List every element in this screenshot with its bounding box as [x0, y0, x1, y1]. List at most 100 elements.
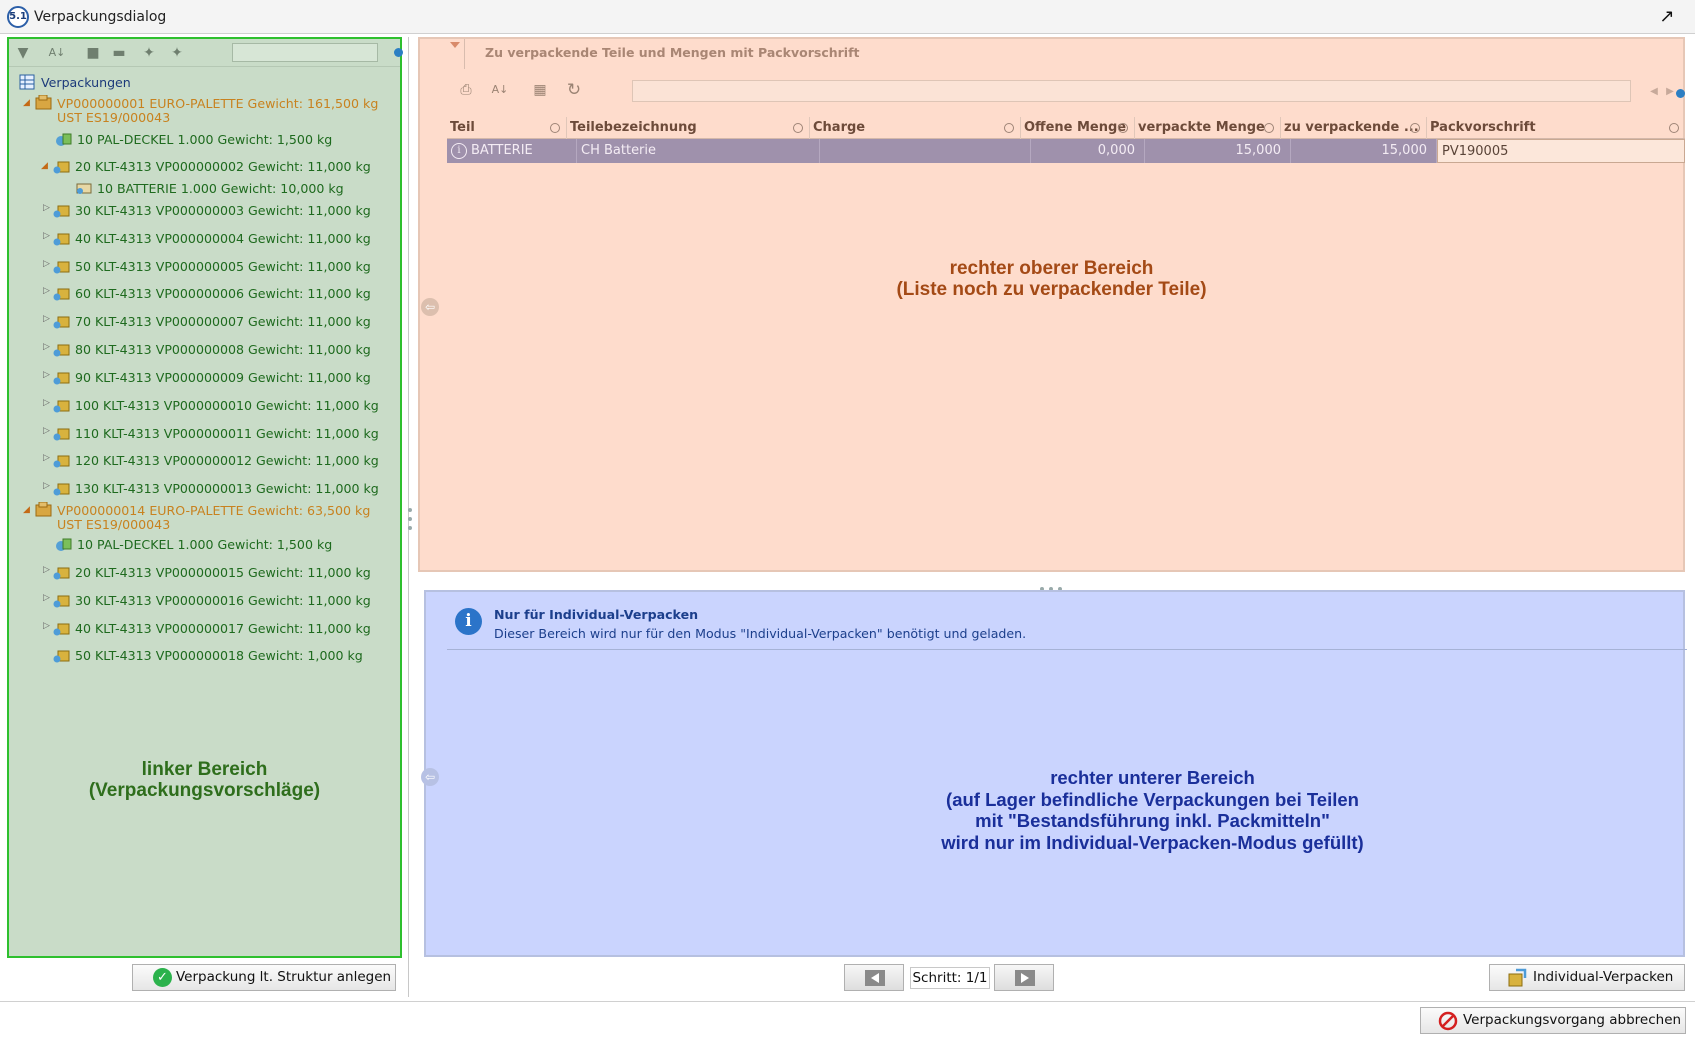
info-text: Dieser Bereich wird nur für den Modus "I… — [494, 626, 1027, 641]
individual-packing-button[interactable]: Individual-Verpacken — [1489, 964, 1685, 991]
print-icon[interactable]: ⎙ — [456, 81, 476, 99]
cell-charge[interactable] — [820, 139, 1031, 163]
filter-icon[interactable]: ▼ — [13, 44, 33, 62]
lid-icon — [56, 538, 72, 551]
box-icon — [53, 261, 70, 274]
collapsed-arrow-icon[interactable]: ▷ — [43, 565, 50, 575]
title-bar: 5.1 Verpackungsdialog ↗ — [0, 0, 1695, 34]
column-header-charge[interactable]: Charge — [810, 117, 1021, 139]
truck-icon[interactable]: ▬ — [109, 44, 129, 62]
collapsed-arrow-icon[interactable]: ▷ — [43, 286, 50, 296]
cell-teil[interactable]: i BATTERIE — [447, 139, 577, 163]
parts-search-input[interactable] — [632, 80, 1631, 102]
window-title: Verpackungsdialog — [34, 9, 167, 25]
collapsed-arrow-icon[interactable]: ▷ — [43, 259, 50, 269]
box-icon — [53, 233, 70, 246]
box-icon — [53, 455, 70, 468]
box-icon — [53, 316, 70, 329]
right-bottom-caption-line: wird nur im Individual-Verpacken-Modus g… — [941, 831, 1364, 853]
collapse-arrow-icon[interactable] — [450, 42, 462, 50]
splitter-grip[interactable] — [408, 526, 412, 530]
right-bottom-caption: rechter unterer Bereich (auf Lager befin… — [426, 767, 1687, 853]
splitter-grip[interactable] — [408, 517, 412, 521]
column-header-zu-verpackende[interactable]: zu verpackende ... — [1281, 117, 1427, 139]
info-icon[interactable]: i — [451, 143, 467, 159]
collapsed-arrow-icon[interactable]: ▷ — [43, 453, 50, 463]
refresh-icon[interactable]: ↻ — [564, 81, 584, 99]
expanded-arrow-icon[interactable]: ◢ — [41, 161, 48, 171]
box-icon — [53, 623, 70, 636]
pin-all-icon[interactable]: ✦ — [167, 44, 187, 62]
parts-to-pack-panel: Zu verpackende Teile und Mengen mit Pack… — [418, 37, 1685, 572]
parts-panel-header: Zu verpackende Teile und Mengen mit Pack… — [485, 45, 860, 60]
package-icon[interactable]: ■ — [83, 44, 103, 62]
pallet-icon — [35, 502, 52, 517]
sort-icon[interactable]: A↓ — [47, 44, 67, 62]
cell-verpackte-menge[interactable]: 15,000 — [1145, 139, 1291, 163]
cell-zu-verpackende[interactable]: 15,000 — [1291, 139, 1437, 163]
collapsed-arrow-icon[interactable]: ▷ — [43, 203, 50, 213]
collapsed-arrow-icon[interactable]: ▷ — [43, 398, 50, 408]
sort-indicator-icon[interactable] — [1410, 123, 1420, 133]
stock-packaging-panel: i Nur für Individual-Verpacken Dieser Be… — [424, 590, 1687, 957]
maximize-icon[interactable]: ↗ — [1657, 7, 1677, 27]
expanded-arrow-icon[interactable]: ◢ — [23, 505, 30, 515]
left-panel: ▼ A↓ ■ ▬ ✦ ✦ Verpackungen ◢ VP000000001 … — [7, 37, 403, 958]
header-divider — [464, 39, 465, 69]
collapsed-arrow-icon[interactable]: ▷ — [43, 370, 50, 380]
cancel-packing-button[interactable]: Verpackungsvorgang abbrechen — [1420, 1007, 1686, 1034]
right-bottom-caption-line: (auf Lager befindliche Verpackungen bei … — [946, 788, 1359, 810]
table-row[interactable]: i BATTERIE CH Batterie 0,000 15,000 15,0… — [447, 139, 1685, 163]
expanded-arrow-icon[interactable]: ◢ — [23, 98, 30, 108]
footer-divider — [0, 1001, 1695, 1002]
box-icon — [53, 567, 70, 580]
arrow-left-icon — [865, 970, 885, 986]
collapsed-arrow-icon[interactable]: ▷ — [43, 426, 50, 436]
status-dot-icon — [1676, 89, 1685, 98]
cell-offene-menge[interactable]: 0,000 — [1031, 139, 1145, 163]
box-icon — [53, 483, 70, 496]
column-header-teilebezeichnung[interactable]: Teilebezeichnung — [567, 117, 810, 139]
sort-indicator-icon[interactable] — [1004, 123, 1014, 133]
collapsed-arrow-icon[interactable]: ▷ — [43, 231, 50, 241]
collapsed-arrow-icon[interactable]: ▷ — [43, 481, 50, 491]
scroll-left-icon[interactable]: ◀ — [1648, 83, 1660, 101]
collapse-left-icon[interactable]: ⇦ — [421, 298, 439, 316]
collapsed-arrow-icon[interactable]: ▷ — [43, 342, 50, 352]
status-dot-icon — [394, 48, 403, 57]
checkmark-icon: ✓ — [153, 968, 172, 987]
box-icon — [53, 161, 70, 174]
parts-grid-header: Teil Teilebezeichnung Charge Offene Meng… — [447, 117, 1685, 139]
collapse-left-icon[interactable]: ⇦ — [421, 768, 439, 786]
sort-indicator-icon[interactable] — [1669, 123, 1679, 133]
column-header-teil[interactable]: Teil — [447, 117, 567, 139]
individual-pack-icon — [1508, 968, 1527, 987]
collapsed-arrow-icon[interactable]: ▷ — [43, 314, 50, 324]
previous-step-button[interactable] — [844, 964, 904, 991]
sort-icon[interactable]: A↓ — [490, 81, 510, 99]
box-icon — [53, 400, 70, 413]
left-toolbar: ▼ A↓ ■ ▬ ✦ ✦ — [9, 39, 403, 67]
collapsed-arrow-icon[interactable]: ▷ — [43, 593, 50, 603]
sort-indicator-icon[interactable] — [550, 123, 560, 133]
right-top-caption-line: rechter oberer Bereich — [949, 258, 1154, 279]
next-step-button[interactable] — [994, 964, 1054, 991]
pin-icon[interactable]: ✦ — [139, 44, 159, 62]
sort-indicator-icon[interactable] — [793, 123, 803, 133]
box-icon — [53, 372, 70, 385]
sort-indicator-icon[interactable] — [1118, 123, 1128, 133]
column-header-offene-menge[interactable]: Offene Menge — [1021, 117, 1135, 139]
splitter-grip[interactable] — [408, 508, 412, 512]
column-header-verpackte-menge[interactable]: verpackte Menge — [1135, 117, 1281, 139]
info-divider — [447, 649, 1687, 650]
column-header-packvorschrift[interactable]: Packvorschrift — [1427, 117, 1685, 139]
left-search-input[interactable] — [232, 43, 378, 62]
cell-packvorschrift[interactable]: PV190005 — [1437, 139, 1685, 163]
scroll-right-icon[interactable]: ▶ — [1664, 83, 1676, 101]
create-packaging-button[interactable]: ✓ Verpackung lt. Struktur anlegen — [132, 964, 396, 991]
cell-teilebezeichnung[interactable]: CH Batterie — [577, 139, 820, 163]
columns-icon[interactable]: ▦ — [530, 81, 550, 99]
sort-indicator-icon[interactable] — [1264, 123, 1274, 133]
collapsed-arrow-icon[interactable]: ▷ — [43, 621, 50, 631]
right-bottom-caption-line: mit "Bestandsführung inkl. Packmitteln" — [975, 810, 1330, 831]
